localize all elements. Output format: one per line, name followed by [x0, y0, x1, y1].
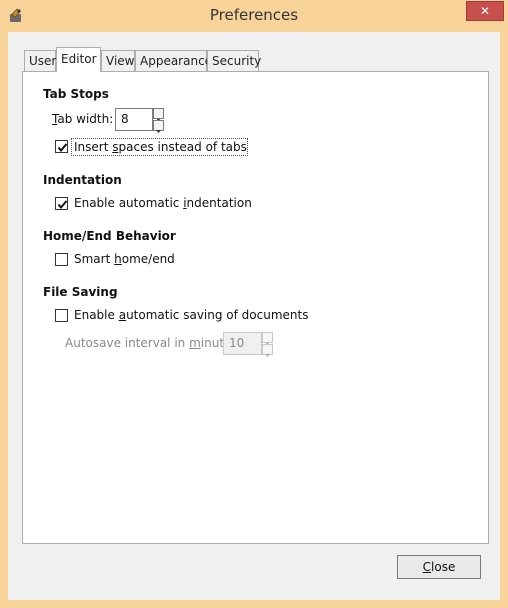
tab-appearance[interactable]: Appearance [135, 50, 212, 71]
file-saving-heading: File Saving [43, 285, 118, 299]
tab-stops-heading: Tab Stops [43, 87, 109, 101]
tab-width-up-button[interactable] [153, 108, 164, 121]
arrow-down-icon [156, 130, 161, 133]
indentation-heading: Indentation [43, 173, 122, 187]
home-end-heading: Home/End Behavior [43, 229, 176, 243]
tab-editor[interactable]: Editor [56, 47, 101, 72]
tab-user[interactable]: User [24, 50, 56, 71]
smart-home-end-checkbox[interactable] [55, 253, 68, 266]
tab-width-input[interactable]: 8 [115, 108, 153, 131]
checkmark-icon [57, 143, 68, 153]
tab-security[interactable]: Security [207, 50, 261, 71]
autosave-label[interactable]: Enable automatic saving of documents [74, 308, 308, 322]
arrow-down-icon [265, 354, 270, 357]
autosave-interval-label: Autosave interval in minutes: [65, 336, 242, 350]
smart-home-end-label[interactable]: Smart home/end [74, 252, 175, 266]
insert-spaces-checkbox[interactable] [55, 140, 68, 153]
tab-width-spinner[interactable]: 8 [115, 108, 164, 133]
autosave-checkbox[interactable] [55, 309, 68, 322]
autosave-interval-down-button [262, 344, 273, 357]
tab-width-down-button[interactable] [153, 120, 164, 133]
insert-spaces-label[interactable]: Insert spaces instead of tabs [74, 140, 247, 154]
window-title: Preferences [209, 6, 299, 24]
checkmark-icon [57, 200, 68, 210]
close-button[interactable]: Close [397, 555, 481, 579]
auto-indent-label[interactable]: Enable automatic indentation [74, 196, 252, 210]
preferences-window: Preferences ✕ User Editor View Appearanc… [0, 0, 508, 608]
window-close-button[interactable]: ✕ [466, 1, 504, 21]
auto-indent-checkbox[interactable] [55, 197, 68, 210]
autosave-interval-spinner: 10 [223, 332, 273, 357]
title-bar[interactable]: Preferences ✕ [0, 0, 508, 32]
tab-view[interactable]: View [101, 50, 135, 71]
dialog-client-area: User Editor View Appearance Security Tab… [8, 32, 500, 600]
autosave-interval-input: 10 [223, 332, 262, 355]
close-icon: ✕ [479, 4, 491, 18]
editor-tab-panel: Tab Stops Tab width: 8 Insert spaces ins… [22, 71, 489, 544]
autosave-interval-up-button [262, 332, 273, 345]
tab-width-label: Tab width: [52, 112, 114, 126]
